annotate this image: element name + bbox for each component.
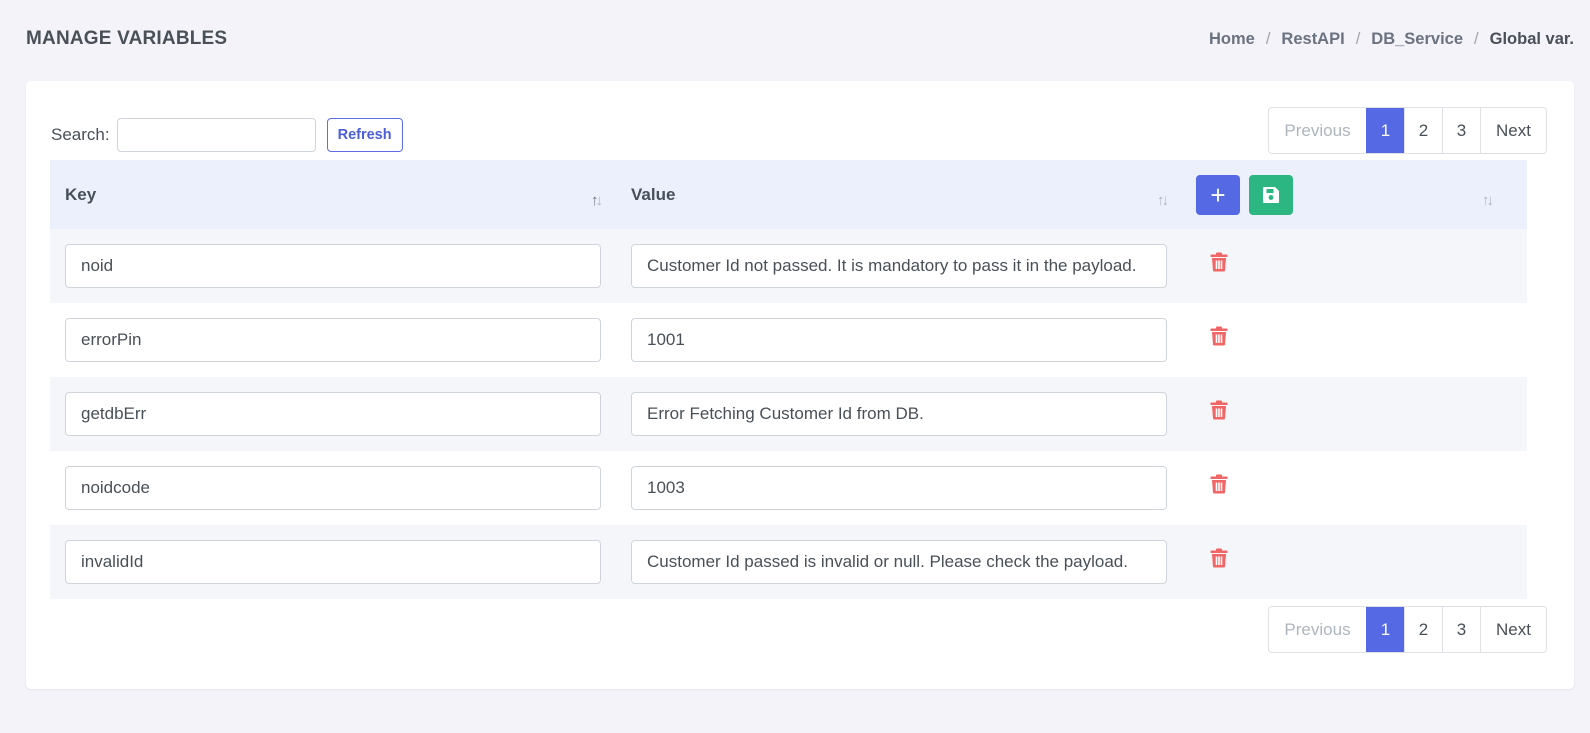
page-header: MANAGE VARIABLES Home / RestAPI / DB_Ser… bbox=[26, 0, 1574, 78]
sort-value-icon[interactable]: ↑↓ bbox=[1157, 192, 1169, 209]
variable-key-input[interactable] bbox=[65, 540, 601, 584]
refresh-button[interactable]: Refresh bbox=[326, 118, 403, 152]
breadcrumb-home[interactable]: Home bbox=[1209, 30, 1255, 49]
variable-value-input[interactable] bbox=[631, 244, 1167, 288]
sort-actions-icon[interactable]: ↑↓ bbox=[1482, 192, 1494, 209]
pagination-previous[interactable]: Previous bbox=[1269, 607, 1366, 652]
variable-key-input[interactable] bbox=[65, 318, 601, 362]
search-input[interactable] bbox=[116, 118, 316, 152]
pagination-page-3[interactable]: 3 bbox=[1442, 607, 1480, 652]
pagination-bottom: Previous 1 2 3 Next bbox=[1268, 606, 1547, 653]
variable-key-input[interactable] bbox=[65, 392, 601, 436]
variables-table: Key ↑↓ Value ↑↓ + ↑↓ bbox=[50, 160, 1527, 599]
variable-key-input[interactable] bbox=[65, 466, 601, 510]
breadcrumb-current: Global var. bbox=[1489, 29, 1574, 48]
pagination-page-2[interactable]: 2 bbox=[1404, 607, 1442, 652]
pagination-page-1[interactable]: 1 bbox=[1366, 108, 1404, 153]
breadcrumb-restapi[interactable]: RestAPI bbox=[1281, 30, 1344, 49]
variable-value-input[interactable] bbox=[631, 318, 1167, 362]
plus-icon: + bbox=[1210, 179, 1226, 210]
trash-icon[interactable] bbox=[1208, 398, 1230, 422]
pagination-top: Previous 1 2 3 Next bbox=[1268, 107, 1547, 154]
trash-icon[interactable] bbox=[1208, 250, 1230, 274]
sort-key-icon[interactable]: ↑↓ bbox=[591, 192, 603, 209]
table-row bbox=[50, 229, 1527, 303]
breadcrumb-db-service[interactable]: DB_Service bbox=[1371, 30, 1463, 49]
pagination-page-3[interactable]: 3 bbox=[1442, 108, 1480, 153]
search-toolbar: Search: Refresh bbox=[51, 118, 403, 152]
table-header: Key ↑↓ Value ↑↓ + ↑↓ bbox=[50, 160, 1527, 229]
pagination-next[interactable]: Next bbox=[1480, 607, 1546, 652]
save-variables-button[interactable] bbox=[1249, 175, 1293, 215]
pagination-next[interactable]: Next bbox=[1480, 108, 1546, 153]
table-body bbox=[50, 229, 1527, 599]
pagination-page-1[interactable]: 1 bbox=[1366, 607, 1404, 652]
page-title: MANAGE VARIABLES bbox=[26, 28, 228, 49]
add-variable-button[interactable]: + bbox=[1196, 175, 1240, 215]
breadcrumb-separator: / bbox=[1474, 29, 1479, 48]
column-header-value[interactable]: Value bbox=[631, 160, 675, 229]
pagination-previous[interactable]: Previous bbox=[1269, 108, 1366, 153]
variable-value-input[interactable] bbox=[631, 466, 1167, 510]
table-row bbox=[50, 525, 1527, 599]
trash-icon[interactable] bbox=[1208, 546, 1230, 570]
table-row bbox=[50, 377, 1527, 451]
variables-card: Search: Refresh Previous 1 2 3 Next Key … bbox=[26, 81, 1574, 689]
variable-value-input[interactable] bbox=[631, 392, 1167, 436]
pagination-page-2[interactable]: 2 bbox=[1404, 108, 1442, 153]
column-header-key[interactable]: Key bbox=[65, 160, 96, 229]
trash-icon[interactable] bbox=[1208, 324, 1230, 348]
save-icon bbox=[1263, 187, 1279, 203]
breadcrumb-separator: / bbox=[1265, 29, 1271, 48]
variable-value-input[interactable] bbox=[631, 540, 1167, 584]
table-row bbox=[50, 451, 1527, 525]
trash-icon[interactable] bbox=[1208, 472, 1230, 496]
variable-key-input[interactable] bbox=[65, 244, 601, 288]
table-row bbox=[50, 303, 1527, 377]
search-label: Search: bbox=[51, 125, 110, 144]
breadcrumb-separator: / bbox=[1355, 29, 1361, 48]
breadcrumb: Home / RestAPI / DB_Service / Global var… bbox=[1209, 30, 1574, 49]
